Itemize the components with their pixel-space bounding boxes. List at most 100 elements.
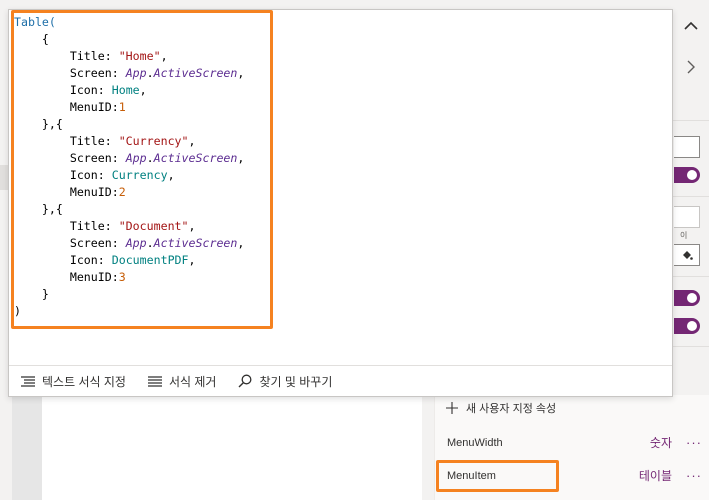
code-token: ActiveScreen [153,151,238,165]
property-type: 테이블 [638,469,672,483]
code-token: Currency [111,168,168,182]
code-token: "Currency" [118,134,189,148]
format-text-label: 텍스트 서식 지정 [42,374,126,389]
code-token: },{ [14,117,63,131]
chevron-right-icon [687,60,695,74]
paint-bucket-icon [682,251,693,260]
remove-format-label: 서식 제거 [168,374,217,389]
code-line: MenuID:1 [14,99,244,116]
property-toggle-2[interactable] [674,290,700,306]
code-token: "Document" [118,219,189,233]
section-divider [672,120,709,121]
code-token: , [167,168,175,182]
code-line: { [14,31,244,48]
code-token: Icon: [14,83,112,97]
collapse-formula-button[interactable] [678,12,704,38]
code-token: Title: [14,49,119,63]
code-token: Table( [14,15,56,29]
code-line: Screen: App.ActiveScreen, [14,65,245,82]
code-line: Screen: App.ActiveScreen, [14,150,245,167]
code-token: , [188,219,196,233]
code-token: Icon: [14,168,112,182]
more-options-button[interactable]: ··· [686,435,702,450]
code-token: Screen: [14,236,126,250]
code-line: Icon: Currency, [14,167,244,184]
code-token: Screen: [14,66,126,80]
code-token: , [237,66,245,80]
code-token: Screen: [14,151,126,165]
code-token: } [14,287,49,301]
code-token: MenuID: [14,270,119,284]
code-token: Title: [14,134,119,148]
code-line: },{ [14,116,244,133]
code-line: Screen: App.ActiveScreen, [14,235,245,252]
plus-icon [446,402,458,414]
format-text-icon [21,375,35,387]
property-toggle-1[interactable] [674,167,700,183]
code-token: ActiveScreen [153,236,238,250]
code-token: . [146,151,154,165]
code-token: . [146,236,154,250]
code-line: Title: "Currency", [14,133,244,150]
section-divider [672,196,709,197]
property-input[interactable] [674,136,700,158]
search-icon [238,374,252,388]
code-token: , [237,236,245,250]
code-line: },{ [14,201,244,218]
code-token: , [139,83,147,97]
property-type: 숫자 [649,436,672,450]
code-token: ActiveScreen [153,66,238,80]
code-token: ) [14,304,21,318]
code-token: Home [111,83,140,97]
formula-editor-toolbar: 텍스트 서식 지정 서식 제거 찾기 및 바꾸기 [9,365,672,396]
code-token: Icon: [14,253,112,267]
code-token: 2 [118,185,126,199]
property-toggle-3[interactable] [674,318,700,334]
expand-button[interactable] [682,55,700,79]
formula-editor[interactable]: Table( { Title: "Home", Screen: App.Acti… [8,9,673,397]
code-token: MenuID: [14,100,119,114]
fill-picker[interactable] [674,244,700,266]
custom-property-row[interactable]: MenuItem 테이블 ··· [447,467,702,484]
remove-format-button[interactable]: 서식 제거 [147,373,217,390]
property-label: 이 [680,231,688,240]
code-token: , [237,151,245,165]
code-token: App [125,151,147,165]
code-line: Table( [14,14,244,31]
code-line: MenuID:2 [14,184,244,201]
format-text-button[interactable]: 텍스트 서식 지정 [21,373,126,390]
property-input-disabled[interactable] [674,206,700,228]
chevron-up-icon [684,21,698,30]
code-token: App [125,236,147,250]
section-divider [672,276,709,277]
add-custom-property-label: 새 사용자 지정 속성 [466,403,557,415]
code-token: Title: [14,219,119,233]
code-token: 3 [118,270,126,284]
formula-code[interactable]: Table( { Title: "Home", Screen: App.Acti… [14,14,244,320]
code-token: . [146,66,154,80]
code-token: App [125,66,147,80]
code-line: } [14,286,244,303]
code-token: { [14,32,49,46]
code-token: MenuID: [14,185,119,199]
code-line: ) [14,303,244,320]
more-options-button[interactable]: ··· [686,468,702,483]
section-divider [672,346,709,347]
code-token: "Home" [118,49,161,63]
code-line: Title: "Home", [14,48,244,65]
code-token: 1 [118,100,126,114]
code-token: },{ [14,202,63,216]
code-token: , [188,253,196,267]
custom-property-row[interactable]: MenuWidth 숫자 ··· [447,434,702,451]
find-replace-button[interactable]: 찾기 및 바꾸기 [238,373,332,390]
remove-format-icon [147,375,162,387]
code-line: Title: "Document", [14,218,244,235]
code-token: , [160,49,168,63]
code-line: Icon: DocumentPDF, [14,252,244,269]
add-custom-property-button[interactable]: 새 사용자 지정 속성 [446,400,556,416]
property-name: MenuWidth [447,436,503,449]
code-line: MenuID:3 [14,269,244,286]
find-replace-label: 찾기 및 바꾸기 [259,374,333,389]
code-token: , [188,134,196,148]
canvas-screen[interactable] [42,395,422,500]
